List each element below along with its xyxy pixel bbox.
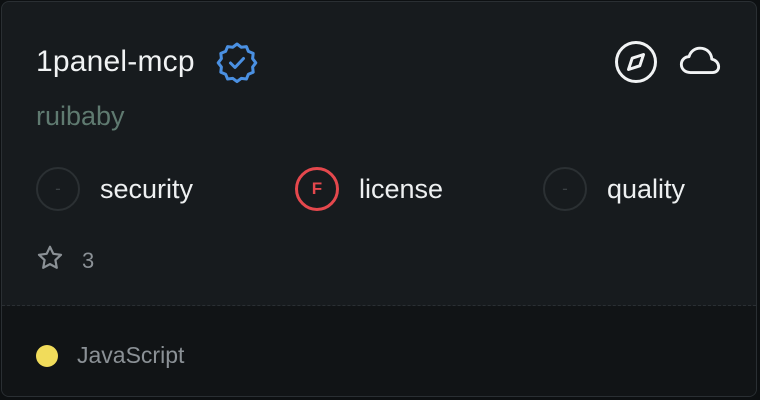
license-label: license bbox=[359, 173, 444, 204]
score-security[interactable]: - security bbox=[36, 165, 193, 213]
title-row: 1panel-mcp bbox=[36, 40, 259, 84]
card-actions bbox=[614, 40, 722, 84]
score-row: - security F license - quality bbox=[36, 165, 736, 213]
owner-name[interactable]: ruibaby bbox=[36, 101, 125, 132]
language-tag: JavaScript bbox=[36, 342, 184, 369]
security-grade: - bbox=[36, 167, 80, 211]
language-color-dot bbox=[36, 344, 58, 367]
quality-label: quality bbox=[607, 173, 686, 204]
cloud-icon[interactable] bbox=[678, 40, 722, 84]
server-name[interactable]: 1panel-mcp bbox=[36, 45, 195, 79]
compass-icon[interactable] bbox=[614, 40, 658, 84]
security-label: security bbox=[100, 173, 194, 204]
card-footer: JavaScript bbox=[2, 306, 756, 396]
score-quality[interactable]: - quality bbox=[543, 165, 685, 213]
license-grade: F bbox=[295, 167, 339, 211]
verified-badge-icon bbox=[215, 40, 259, 84]
star-count[interactable]: 3 bbox=[36, 244, 94, 277]
language-name: JavaScript bbox=[77, 342, 185, 368]
score-license[interactable]: F license bbox=[295, 165, 443, 213]
quality-grade: - bbox=[543, 167, 587, 211]
server-card[interactable]: 1panel-mcp ruibaby - security F license … bbox=[1, 1, 757, 397]
star-icon bbox=[36, 244, 64, 277]
star-count-value: 3 bbox=[82, 247, 95, 273]
